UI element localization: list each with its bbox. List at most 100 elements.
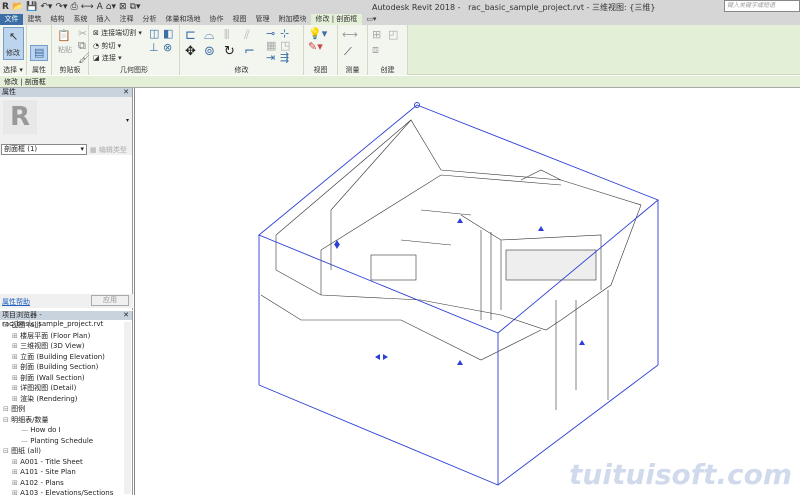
tab-addins[interactable]: 附加模块	[274, 14, 311, 25]
tab-manage[interactable]: 管理	[251, 14, 274, 25]
mirror-axis-icon[interactable]: ⫴	[224, 28, 229, 43]
text-icon[interactable]: A	[97, 2, 103, 12]
trim-multiple-icon[interactable]: ⇥	[266, 51, 275, 64]
tab-insert[interactable]: 插入	[92, 14, 115, 25]
paint-icon[interactable]: ◧	[163, 27, 173, 40]
select-dropdown[interactable]: 选择 ▾	[0, 65, 26, 75]
create-parts-icon[interactable]: ◰	[388, 28, 398, 41]
expand-icon[interactable]: ⊞	[12, 342, 20, 350]
expand-icon[interactable]: ⊞	[12, 458, 20, 466]
tree-item[interactable]: ⊞ 渲染 (Rendering)	[3, 394, 132, 405]
tree-item-label: How do I	[30, 426, 61, 434]
tab-structure[interactable]: 结构	[46, 14, 69, 25]
3d-view-icon[interactable]: ⌂▾	[106, 2, 116, 12]
print-icon[interactable]: ⎙	[71, 2, 78, 12]
tree-item[interactable]: ⊞ A102 - Plans	[3, 478, 132, 489]
modify-button[interactable]: ↖ 修改	[3, 27, 24, 60]
tree-item[interactable]: ⊟ 明细表/数量	[3, 415, 132, 426]
tab-view[interactable]: 视图	[228, 14, 251, 25]
tree-line-icon: —	[21, 436, 31, 445]
tree-item[interactable]: ⊞ A101 - Site Plan	[3, 467, 132, 478]
expand-icon[interactable]: ⊞	[12, 468, 20, 476]
tab-analyze[interactable]: 分析	[138, 14, 161, 25]
apply-button[interactable]: 应用	[91, 295, 129, 306]
panel-toggle-icon[interactable]: ▭▾	[362, 14, 381, 25]
tree-item[interactable]: ⊞ 楼层平面 (Floor Plan)	[3, 331, 132, 342]
expand-icon[interactable]: ⊞	[12, 363, 20, 371]
tree-item[interactable]: ⊞ A103 - Elevations/Sections	[3, 488, 132, 499]
tab-systems[interactable]: 系统	[69, 14, 92, 25]
3d-viewport[interactable]: tuituisoft.com	[134, 88, 800, 495]
offset-icon[interactable]: ⌓	[204, 28, 214, 43]
paste-icon[interactable]: 📋	[57, 29, 71, 42]
switch-windows-icon[interactable]: ⧉▾	[130, 2, 141, 12]
edit-type-button[interactable]: ▦ 编辑类型	[90, 145, 127, 155]
tab-annotate[interactable]: 注释	[115, 14, 138, 25]
tree-item-label: 剖面 (Building Section)	[20, 363, 99, 371]
tree-item[interactable]: ⊞ 剖面 (Building Section)	[3, 362, 132, 373]
expand-icon[interactable]: ⊞	[12, 353, 20, 361]
tree-item[interactable]: ⊞ 立面 (Building Elevation)	[3, 352, 132, 363]
redo-icon[interactable]: ↷▾	[55, 2, 67, 12]
expand-icon[interactable]: ⊞	[12, 374, 20, 382]
undo-icon[interactable]: ↶▾	[40, 2, 52, 12]
type-dropdown-icon[interactable]: ▾	[126, 117, 129, 124]
tree-item[interactable]: ⊟ 图例	[3, 404, 132, 415]
create-assembly-icon[interactable]: ⊞	[372, 28, 381, 41]
close-icon[interactable]: ✕	[123, 88, 129, 97]
trim-single-icon[interactable]: ⇶	[280, 51, 289, 64]
tree-item[interactable]: ⊞ 详图视图 (Detail)	[3, 383, 132, 394]
tree-item[interactable]: ⊞ 三维视图 (3D View)	[3, 341, 132, 352]
cope-icon[interactable]: ⊗	[163, 41, 172, 54]
join-cut-button[interactable]: ⊠ 连接端切割 ▾	[93, 28, 142, 38]
properties-icon: ▤	[34, 46, 45, 59]
measure-label: 测量	[345, 66, 360, 74]
properties-help-link[interactable]: 属性帮助	[2, 297, 30, 307]
expand-icon[interactable]: ⊞	[12, 332, 20, 340]
create-group-icon[interactable]: ⧈	[372, 43, 379, 57]
cut-geometry-button[interactable]: ◔ 剪切 ▾	[93, 41, 121, 51]
tree-item[interactable]: — How do I	[3, 425, 132, 436]
join-button[interactable]: ◪ 连接 ▾	[93, 53, 122, 63]
title-bar: R 📂 💾 ↶▾ ↷▾ ⎙ ⟷ A ⌂▾ ⊠ ⧉▾ Autodesk Revit…	[0, 0, 800, 14]
expand-icon[interactable]: ⊞	[12, 489, 20, 497]
tab-massing[interactable]: 体量和场地	[161, 14, 205, 25]
tab-file[interactable]: 文件	[0, 14, 23, 25]
tree-item[interactable]: — Planting Schedule	[3, 436, 132, 447]
dimension-icon[interactable]: ⟋	[344, 45, 352, 59]
expand-icon[interactable]: ⊞	[12, 479, 20, 487]
align-icon[interactable]: ⊏	[185, 28, 196, 43]
properties-button[interactable]: ▤	[30, 45, 48, 61]
split-face-icon[interactable]: ◫	[149, 27, 159, 40]
close-hidden-icon[interactable]: ⊠	[119, 2, 127, 12]
override-icon[interactable]: ✎▾	[308, 40, 323, 53]
measure-distance-icon[interactable]: ⟷	[342, 28, 358, 41]
browser-scrollbar[interactable]	[124, 322, 131, 494]
tree-item[interactable]: ⊟ 图纸 (all)	[3, 446, 132, 457]
trim-icon[interactable]: ⌐	[244, 44, 255, 59]
search-input[interactable]: 键入关键字或短语	[724, 0, 800, 12]
type-selector[interactable]: 剖面框 (1) ▾	[1, 144, 87, 155]
rotate-icon[interactable]: ↻	[224, 44, 235, 59]
copy-element-icon[interactable]: ⊚	[204, 44, 215, 59]
wall-joins-icon[interactable]: ⊥	[149, 41, 159, 54]
tree-item[interactable]: ⊞ A001 - Title Sheet	[3, 457, 132, 468]
tree-item[interactable]: ⊞ 剖面 (Wall Section)	[3, 373, 132, 384]
open-icon[interactable]: 📂	[12, 2, 23, 12]
expand-icon[interactable]: ⊞	[12, 384, 20, 392]
measure-icon[interactable]: ⟷	[81, 2, 94, 12]
expand-icon[interactable]: ⊟	[3, 405, 11, 413]
save-icon[interactable]: 💾	[26, 2, 37, 12]
mirror-draw-icon[interactable]: ⫽	[244, 28, 250, 43]
tab-modify-section-box[interactable]: 修改 | 剖面框	[311, 14, 362, 25]
type-preview: R ▾	[0, 97, 132, 143]
expand-icon[interactable]: ⊟	[3, 416, 11, 424]
move-icon[interactable]: ✥	[185, 44, 196, 59]
hide-icon[interactable]: 💡▾	[308, 27, 327, 40]
tab-collaborate[interactable]: 协作	[205, 14, 228, 25]
close-icon[interactable]: ✕	[123, 311, 129, 320]
expand-icon[interactable]: ⊟	[3, 447, 11, 455]
expand-icon[interactable]: ⊞	[12, 395, 20, 403]
revit-logo-icon[interactable]: R	[2, 2, 9, 12]
tab-architecture[interactable]: 建筑	[23, 14, 46, 25]
